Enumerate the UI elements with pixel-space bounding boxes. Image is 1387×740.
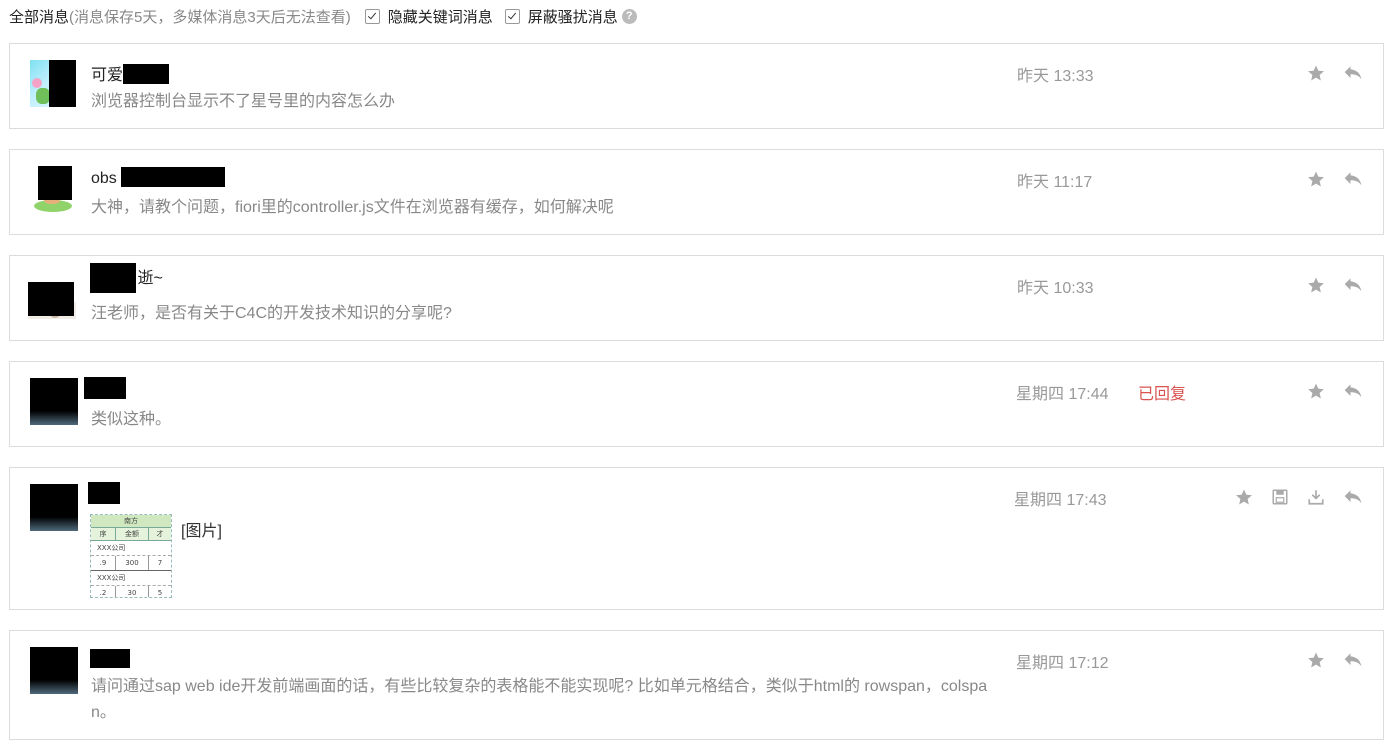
- message-time: 星期四 17:43: [1014, 492, 1107, 509]
- sender-name: 可爱: [91, 61, 170, 85]
- download-icon[interactable]: [1307, 488, 1325, 506]
- star-icon[interactable]: [1307, 276, 1325, 294]
- replied-status: 已回复: [1138, 386, 1187, 403]
- message-preview[interactable]: 大神，请教个问题，fiori里的controller.js文件在浏览器有缓存，如…: [91, 195, 614, 221]
- sender-name: 逝~: [90, 263, 163, 293]
- redaction: [90, 263, 136, 293]
- message-preview[interactable]: 类似这种。: [91, 407, 171, 433]
- message-actions: [1289, 170, 1363, 188]
- thumb-cell: 金额: [115, 528, 148, 540]
- filter-bar: 全部消息 (消息保存5天，多媒体消息3天后无法查看) 隐藏关键词消息 屏蔽骚扰消…: [9, 4, 637, 28]
- message-time: 星期四 17:44: [1016, 386, 1109, 403]
- reply-icon[interactable]: [1343, 170, 1363, 188]
- message-actions: [1289, 276, 1363, 294]
- save-icon[interactable]: [1271, 488, 1289, 506]
- thumb-cell: 7: [148, 556, 171, 570]
- thumb-header: 南方: [91, 515, 171, 527]
- checkbox-checked-icon[interactable]: [504, 8, 520, 24]
- message-actions: [1289, 651, 1363, 669]
- sender-name: [90, 649, 130, 673]
- all-messages-label[interactable]: 全部消息: [9, 6, 69, 27]
- message-card[interactable]: 类似这种。 星期四 17:44 已回复: [9, 361, 1384, 447]
- redaction: [90, 649, 130, 668]
- message-time: 星期四 17:12: [1016, 655, 1109, 672]
- message-preview[interactable]: 请问通过sap web ide开发前端画面的话，有些比较复杂的表格能不能实现呢?…: [91, 674, 1021, 726]
- reply-icon[interactable]: [1343, 382, 1363, 400]
- message-time: 昨天 11:17: [1017, 174, 1093, 191]
- hide-keywords-checkbox[interactable]: 隐藏关键词消息: [364, 6, 493, 27]
- star-icon[interactable]: [1307, 382, 1325, 400]
- thumb-cell: .2: [99, 589, 107, 597]
- help-icon[interactable]: ?: [621, 8, 637, 24]
- redaction: [123, 64, 170, 84]
- avatar[interactable]: [30, 378, 78, 425]
- avatar[interactable]: [30, 484, 78, 531]
- image-label: [图片]: [181, 523, 222, 540]
- avatar[interactable]: [30, 166, 77, 213]
- redaction: [88, 482, 120, 504]
- message-card[interactable]: 请问通过sap web ide开发前端画面的话，有些比较复杂的表格能不能实现呢?…: [9, 630, 1384, 740]
- message-actions: [1289, 64, 1363, 82]
- sender-name: obs: [91, 167, 226, 188]
- message-line: 请问通过sap web ide开发前端画面的话，有些比较复杂的表格能不能实现呢?…: [91, 678, 988, 695]
- hide-keywords-label[interactable]: 隐藏关键词消息: [388, 6, 493, 27]
- message-card[interactable]: obs 大神，请教个问题，fiori里的controller.js文件在浏览器有…: [9, 149, 1384, 235]
- reply-icon[interactable]: [1343, 64, 1363, 82]
- block-spam-checkbox[interactable]: 屏蔽骚扰消息: [504, 6, 618, 27]
- reply-icon[interactable]: [1343, 488, 1363, 506]
- star-icon[interactable]: [1307, 64, 1325, 82]
- image-thumbnail[interactable]: 南方 序 金额 才 XXX公司 .9 300 7 XXX公司 .2 30 5: [90, 514, 172, 598]
- thumb-cell: 300: [115, 556, 148, 570]
- avatar[interactable]: [30, 60, 76, 107]
- message-preview[interactable]: 汪老师，是否有关于C4C的开发技术知识的分享呢?: [91, 301, 452, 327]
- retention-note: (消息保存5天，多媒体消息3天后无法查看): [69, 8, 351, 26]
- message-actions: [1289, 382, 1363, 400]
- thumb-cell: 5: [148, 586, 171, 597]
- star-icon[interactable]: [1307, 651, 1325, 669]
- message-time: 昨天 13:33: [1017, 68, 1094, 85]
- thumb-cell: .9: [99, 559, 107, 567]
- reply-icon[interactable]: [1343, 651, 1363, 669]
- thumb-cell: 序: [99, 530, 107, 538]
- sender-name: [84, 377, 126, 404]
- thumb-cell: XXX公司: [91, 571, 171, 586]
- star-icon[interactable]: [1235, 488, 1253, 506]
- message-card[interactable]: 逝~ 汪老师，是否有关于C4C的开发技术知识的分享呢? 昨天 10:33: [9, 255, 1384, 341]
- redaction: [84, 377, 126, 399]
- star-icon[interactable]: [1307, 170, 1325, 188]
- message-actions: [1217, 488, 1363, 506]
- message-card[interactable]: 可爱 浏览器控制台显示不了星号里的内容怎么办 昨天 13:33: [9, 43, 1384, 129]
- thumb-cell: 30: [115, 586, 148, 597]
- avatar[interactable]: [28, 272, 76, 319]
- block-spam-label[interactable]: 屏蔽骚扰消息: [528, 6, 618, 27]
- message-preview[interactable]: 浏览器控制台显示不了星号里的内容怎么办: [91, 89, 395, 115]
- thumb-cell: XXX公司: [91, 541, 171, 556]
- message-line: n。: [91, 704, 116, 721]
- sender-name: [88, 482, 120, 509]
- message-time: 昨天 10:33: [1017, 280, 1094, 297]
- thumb-cell: 才: [148, 528, 171, 540]
- avatar[interactable]: [30, 647, 78, 694]
- reply-icon[interactable]: [1343, 276, 1363, 294]
- checkbox-checked-icon[interactable]: [364, 8, 380, 24]
- message-card[interactable]: 南方 序 金额 才 XXX公司 .9 300 7 XXX公司 .2 30 5 […: [9, 467, 1384, 610]
- redaction: [121, 167, 226, 187]
